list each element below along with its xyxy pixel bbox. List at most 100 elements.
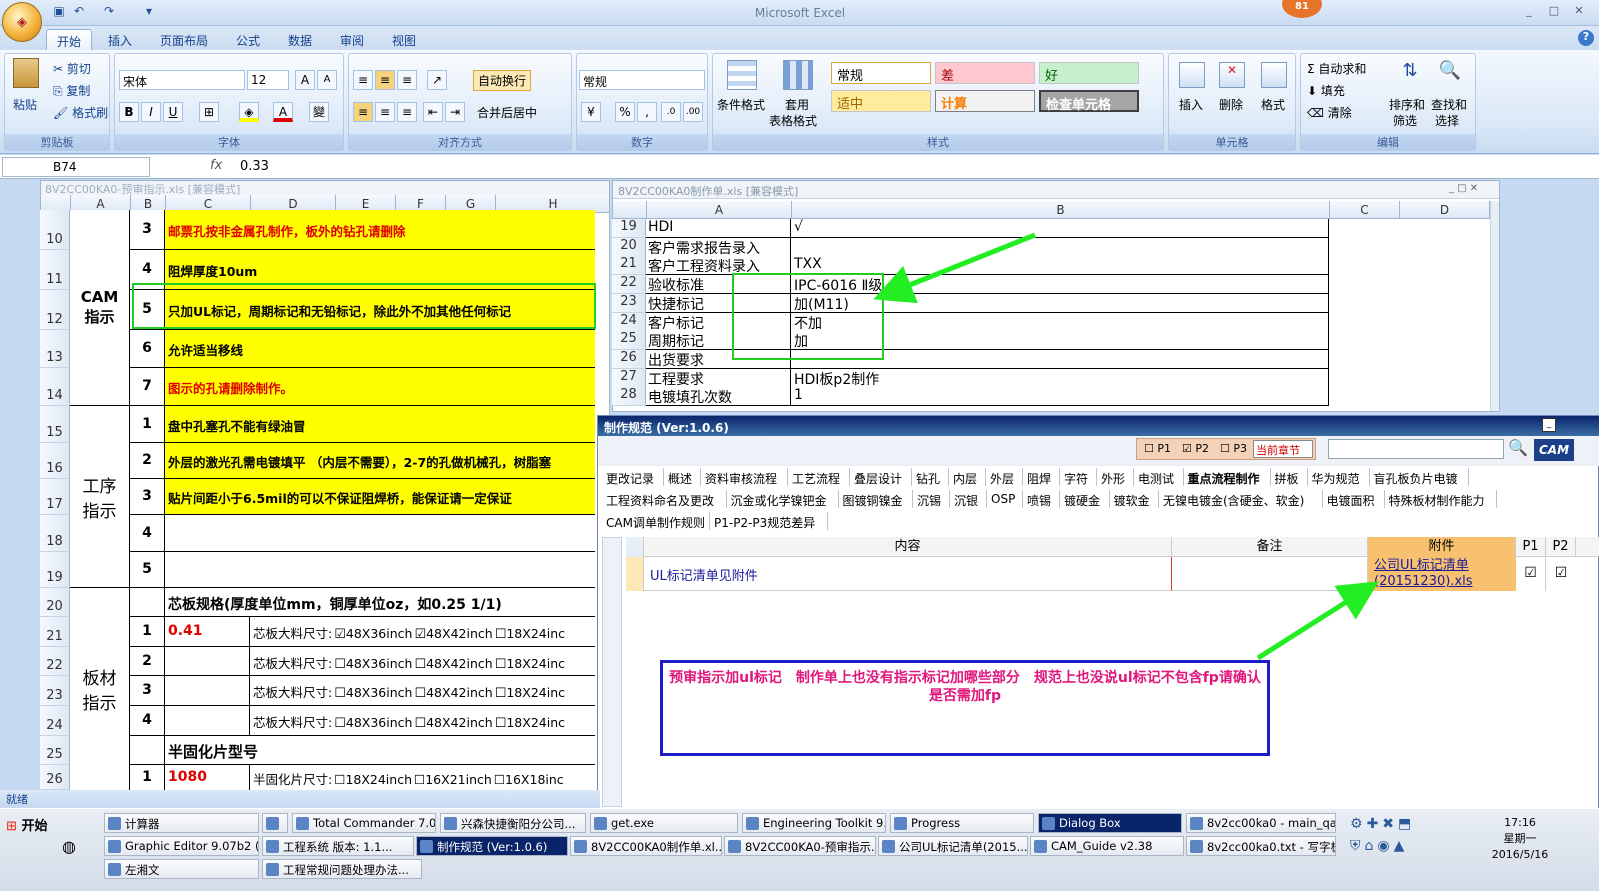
core-c3[interactable]: ☐ <box>495 627 507 642</box>
row-header[interactable]: 14 <box>40 368 70 406</box>
taskbar-button[interactable]: 8v2cc00ka0.txt - 写字板 <box>1186 836 1336 856</box>
taskbar-button[interactable]: 制作规范 (Ver:1.0.6) <box>416 836 568 856</box>
bold-button[interactable]: B <box>119 102 139 122</box>
row-header[interactable]: 22 <box>612 275 646 295</box>
align-left-icon[interactable]: ≡ <box>353 102 373 122</box>
row-header[interactable]: 27 <box>612 368 646 388</box>
dialog-tab[interactable]: 外形 <box>1097 468 1134 486</box>
decrease-decimal-icon[interactable]: .00 <box>683 102 703 122</box>
core-c2[interactable]: ☐ <box>414 686 426 701</box>
format-painter-button[interactable]: 🖌 格式刷 <box>53 104 108 121</box>
taskbar-button[interactable]: 计算器 <box>104 813 259 833</box>
dialog-tab[interactable]: 阻焊 <box>1023 468 1060 486</box>
core-c2[interactable]: ☐ <box>414 716 426 731</box>
search-input[interactable] <box>1328 439 1504 459</box>
clear-button[interactable]: ⌫ 清除 <box>1307 104 1352 121</box>
core-c2[interactable]: ☑ <box>414 627 426 642</box>
currency-icon[interactable]: ¥ <box>581 102 601 122</box>
cut-button[interactable]: ✂ 剪切 <box>53 60 91 77</box>
core-c2[interactable]: ☐ <box>414 657 426 672</box>
core-thickness[interactable] <box>165 647 250 676</box>
col-header[interactable]: A <box>647 201 792 219</box>
row-header[interactable]: 21 <box>612 256 646 276</box>
style-check-cell[interactable]: 检查单元格 <box>1039 90 1139 113</box>
sheet2-window-controls[interactable]: _ □ ✕ <box>1449 183 1478 194</box>
process-item-text[interactable] <box>165 515 595 552</box>
font-color-icon[interactable]: A <box>273 102 293 122</box>
style-good[interactable]: 好 <box>1039 62 1139 84</box>
align-top-icon[interactable]: ≡ <box>353 70 373 90</box>
dialog-tab[interactable]: 拼板 <box>1271 468 1308 486</box>
tray-icon[interactable]: ⚙ <box>1350 816 1367 832</box>
insert-cells-button[interactable]: 插入 <box>1179 96 1203 113</box>
workorder-field-value[interactable]: HDI板p2制作 <box>791 368 1329 388</box>
col-header[interactable]: D <box>1400 201 1490 219</box>
spec-row-remark[interactable] <box>1172 557 1368 591</box>
row-header[interactable]: 15 <box>40 406 70 443</box>
row-header[interactable]: 20 <box>40 588 70 617</box>
orientation-icon[interactable]: ↗ <box>427 70 447 90</box>
dialog-tab[interactable]: 概述 <box>664 468 701 486</box>
attachment-link[interactable]: 公司UL标记清单(20151230).xls <box>1368 557 1516 591</box>
dialog-tab[interactable]: 内层 <box>949 468 986 486</box>
dialog-tab[interactable]: 图镀铜镍金 <box>839 490 913 508</box>
sort-filter-button-2[interactable]: 筛选 <box>1393 112 1417 129</box>
taskbar-button[interactable]: get.exe <box>590 813 738 833</box>
style-calculation[interactable]: 计算 <box>935 90 1035 112</box>
table-format-icon[interactable] <box>783 60 813 90</box>
fill-color-icon[interactable]: ◈ <box>239 102 259 122</box>
row-header[interactable]: 11 <box>40 250 70 290</box>
col-header[interactable]: C <box>1330 201 1400 219</box>
dialog-tab[interactable]: 叠层设计 <box>850 468 912 486</box>
style-bad[interactable]: 差 <box>935 62 1035 84</box>
col-header[interactable]: B <box>792 201 1330 219</box>
tab-formulas[interactable]: 公式 <box>226 29 270 50</box>
sort-filter-button[interactable]: 排序和 <box>1389 96 1425 113</box>
style-normal[interactable]: 常规 <box>831 62 931 84</box>
header-remark[interactable]: 备注 <box>1172 537 1368 557</box>
dialog-tab[interactable]: CAM调单制作规则 <box>602 512 710 530</box>
taskbar-button[interactable]: 兴森快捷衡阳分公司... <box>440 813 586 833</box>
dialog-tab[interactable]: 沉锡 <box>913 490 950 508</box>
row-selector[interactable] <box>626 557 644 591</box>
taskbar-button[interactable]: Engineering Toolkit 9.0... <box>742 813 886 833</box>
paste-icon[interactable] <box>13 58 39 88</box>
dialog-tab[interactable]: 电镀面积 <box>1323 490 1385 508</box>
dialog-tab[interactable]: P1-P2-P3规范差异 <box>710 512 828 530</box>
prepreg-type[interactable]: 1080 <box>165 765 250 790</box>
align-bottom-icon[interactable]: ≡ <box>397 70 417 90</box>
dialog-minimize-icon[interactable]: _ <box>1542 418 1556 432</box>
fx-icon[interactable]: fx <box>210 158 222 173</box>
taskbar-button[interactable]: 工程常规问题处理办法... <box>262 859 422 879</box>
workorder-field-value[interactable] <box>791 237 1329 257</box>
process-item-text[interactable]: 盘中孔塞孔不能有绿油冒 <box>165 406 595 443</box>
prepreg-c[interactable]: ☐ <box>414 772 425 787</box>
tab-home[interactable]: 开始 <box>46 29 93 50</box>
dialog-tab[interactable]: 资料审核流程 <box>701 468 788 486</box>
insert-cells-icon[interactable] <box>1179 62 1205 88</box>
dialog-tab[interactable]: 无镍电镀金(含硬金、软金) <box>1159 490 1323 508</box>
dialog-tab[interactable]: 华为规范 <box>1308 468 1370 486</box>
tab-insert[interactable]: 插入 <box>98 29 142 50</box>
core-c3[interactable]: ☐ <box>495 686 507 701</box>
row-header[interactable]: 24 <box>612 312 646 332</box>
dialog-tab[interactable]: OSP <box>987 490 1023 508</box>
row-header[interactable]: 17 <box>40 479 70 515</box>
dialog-tab[interactable]: 字符 <box>1060 468 1097 486</box>
dialog-tab[interactable]: 镀硬金 <box>1060 490 1110 508</box>
phonetic-icon[interactable]: 變 <box>309 102 329 122</box>
decrease-indent-icon[interactable]: ⇤ <box>423 102 443 122</box>
cam-item-text[interactable]: 邮票孔按非金属孔制作，板外的钻孔请删除 <box>165 210 595 250</box>
tab-review[interactable]: 审阅 <box>330 29 374 50</box>
header-attachment[interactable]: 附件 <box>1368 537 1516 557</box>
quicklaunch-icon[interactable]: ◍ <box>58 837 80 859</box>
name-box[interactable]: B74 <box>2 157 150 177</box>
dialog-tab[interactable]: 工程资料命名及更改 <box>602 490 727 508</box>
italic-button[interactable]: I <box>141 102 161 122</box>
find-select-button-2[interactable]: 选择 <box>1435 112 1459 129</box>
row-header[interactable]: 24 <box>40 706 70 736</box>
office-button[interactable]: ◈ <box>2 2 42 42</box>
dialog-vertical-scrollbar[interactable] <box>602 537 622 807</box>
row-header[interactable]: 19 <box>612 219 646 238</box>
table-format-button-2[interactable]: 表格格式 <box>769 112 817 129</box>
